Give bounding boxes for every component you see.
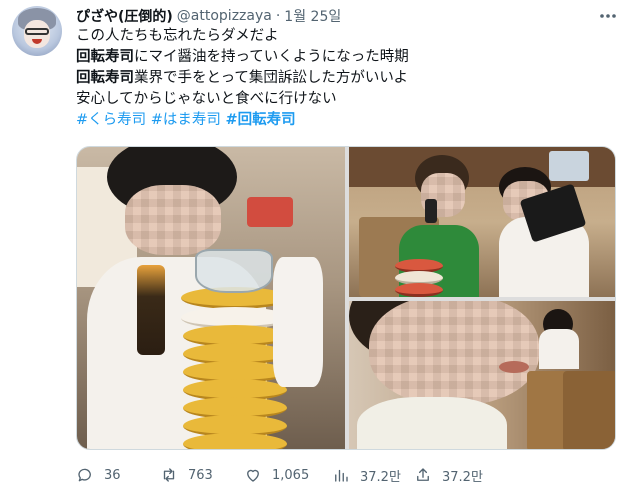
retweet-button[interactable]: 763 <box>160 462 213 488</box>
tweet-line-2-rest: にマイ醤油を持っていくようになった時期 <box>134 49 409 65</box>
avatar-glasses <box>25 28 49 35</box>
views-button[interactable]: 37.2만 <box>332 462 401 488</box>
hashtag-line: #くら寿司 #はま寿司 #回転寿司 <box>76 110 616 131</box>
tweet-date[interactable]: 1월 25일 <box>284 6 341 26</box>
heart-icon <box>247 469 259 482</box>
author-name[interactable]: ぴざや(圧倒的) <box>76 6 173 26</box>
share-icon <box>417 468 429 481</box>
author-handle[interactable]: @attopizzaya <box>177 8 272 24</box>
hashtag-link[interactable]: #はま寿司 <box>151 112 221 128</box>
tweet-actions: 36 763 1,065 37.2만 37.2만 <box>76 462 620 488</box>
media-grid <box>76 146 616 450</box>
header-separator: · <box>275 8 281 24</box>
tweet-header: ぴざや(圧倒的) @attopizzaya · 1월 25일 <box>76 6 341 26</box>
tweet-line-2-bold: 回転寿司 <box>76 49 134 65</box>
like-count: 1,065 <box>272 467 310 483</box>
tweet-line-1: この人たちも忘れたらダメだよ <box>76 28 279 44</box>
tweet-text: この人たちも忘れたらダメだよ 回転寿司にマイ醤油を持っていくようになった時期 回… <box>76 26 616 131</box>
reply-icon <box>78 468 91 482</box>
avatar[interactable] <box>12 6 62 56</box>
tweet-line-2: 回転寿司にマイ醤油を持っていくようになった時期 <box>76 47 616 68</box>
tweet-line-3-bold: 回転寿司 <box>76 70 134 86</box>
tweet-line-3-rest: 業界で手をとって集団訴訟した方がいいよ <box>134 70 409 86</box>
share-button[interactable]: 37.2만 <box>414 462 483 488</box>
hashtag-link[interactable]: #くら寿司 <box>76 112 146 128</box>
tweet: ぴざや(圧倒的) @attopizzaya · 1월 25일 この人たちも忘れた… <box>0 0 640 496</box>
hashtag-link[interactable]: #回転寿司 <box>226 112 296 128</box>
media-photo[interactable] <box>349 147 615 297</box>
reply-button[interactable]: 36 <box>76 462 121 488</box>
views-icon <box>335 469 348 482</box>
like-button[interactable]: 1,065 <box>244 462 309 488</box>
retweet-icon <box>163 468 175 482</box>
media-photo[interactable] <box>349 301 615 449</box>
share-count: 37.2만 <box>442 469 483 485</box>
tweet-line-3: 回転寿司業界で手をとって集団訴訟した方がいいよ <box>76 68 616 89</box>
tweet-line-4: 安心してからじゃないと食べに行けない <box>76 91 337 107</box>
reply-count: 36 <box>104 467 121 483</box>
media-photo[interactable] <box>77 147 345 449</box>
views-count: 37.2만 <box>360 469 401 485</box>
more-horizontal-icon[interactable] <box>596 6 620 26</box>
retweet-count: 763 <box>188 467 213 483</box>
